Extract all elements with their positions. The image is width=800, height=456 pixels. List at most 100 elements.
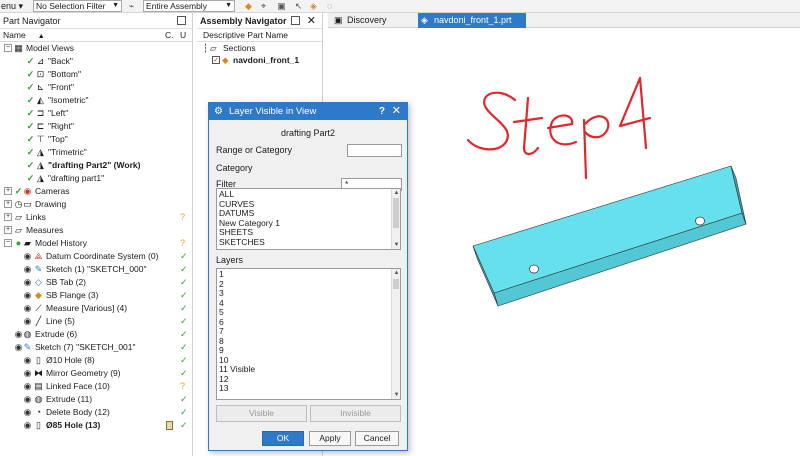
range-input[interactable]	[347, 144, 402, 157]
eye-icon[interactable]: ◉	[22, 290, 33, 301]
collapse-icon[interactable]: −	[4, 239, 12, 247]
col-c[interactable]: C.	[165, 29, 174, 42]
collapse-icon[interactable]: −	[4, 44, 12, 52]
layers-list[interactable]: 1 2 3 4 5 6 7 8 9 10 11 Visible 12 13 ▲ …	[216, 268, 401, 400]
filter-icon[interactable]: ⌁	[126, 1, 137, 11]
gear-icon[interactable]: ⚙	[214, 103, 223, 120]
feature-row[interactable]: ◉ ◔ Delete Body (12) ✓	[0, 406, 192, 419]
eye-icon[interactable]: ◉	[22, 355, 33, 366]
expand-icon[interactable]: +	[4, 226, 12, 234]
col-u[interactable]: U	[180, 29, 186, 42]
apply-button[interactable]: Apply	[309, 431, 351, 446]
eye-icon[interactable]: ◉	[22, 368, 33, 379]
tree-node-model-views[interactable]: − ▦ Model Views	[0, 42, 192, 55]
layer-item[interactable]: 6	[217, 317, 400, 328]
view-row[interactable]: ✓ ⊐ "Left"	[0, 107, 192, 120]
feature-row[interactable]: ◉ ⧓ Mirror Geometry (9) ✓	[0, 367, 192, 380]
layer-item[interactable]: 1	[217, 269, 400, 280]
selection-filter-dropdown[interactable]: No Selection Filter ▼	[33, 0, 122, 12]
expand-icon[interactable]: +	[4, 200, 12, 208]
view-row[interactable]: ✓ ◮ "Trimetric"	[0, 146, 192, 159]
category-scrollbar[interactable]: ▲ ▼	[391, 189, 400, 249]
layer-item[interactable]: 8	[217, 336, 400, 347]
assembly-column-header[interactable]: Descriptive Part Name	[197, 29, 322, 42]
scroll-down-icon[interactable]: ▼	[392, 391, 400, 399]
snap-icon[interactable]: ◆	[243, 1, 254, 11]
expand-icon[interactable]: +	[4, 213, 12, 221]
scope-dropdown[interactable]: Entire Assembly ▼	[143, 0, 235, 12]
tree-node-links[interactable]: + ▱ Links ?	[0, 211, 192, 224]
visible-button[interactable]: Visible	[216, 405, 307, 422]
feature-row[interactable]: ◉ ◇ SB Tab (2) ✓	[0, 276, 192, 289]
layer-item[interactable]: 5	[217, 307, 400, 318]
view-icon[interactable]: ▣	[276, 1, 287, 11]
view-row[interactable]: ✓ ◮ "drafting part1"	[0, 172, 192, 185]
col-name[interactable]: Name	[3, 30, 26, 40]
dialog-titlebar[interactable]: ⚙ Layer Visible in View ? ✕	[209, 103, 407, 120]
tree-node-cameras[interactable]: + ✓ ◉ Cameras	[0, 185, 192, 198]
feature-row-current[interactable]: ◉ ▯ Ø85 Hole (13) ✓	[0, 419, 192, 432]
category-list[interactable]: ALL CURVES DATUMS New Category 1 SHEETS …	[216, 188, 401, 250]
layer-item[interactable]: 3	[217, 288, 400, 299]
eye-icon[interactable]: ◉	[22, 303, 33, 314]
scroll-thumb[interactable]	[393, 279, 399, 289]
eye-icon[interactable]: ◉	[22, 277, 33, 288]
feature-row[interactable]: ◉ ▤ Linked Face (10)?	[0, 380, 192, 393]
pointer-icon[interactable]: ↖	[293, 1, 304, 11]
part-body[interactable]	[472, 165, 747, 307]
eye-icon[interactable]: ◉	[22, 264, 33, 275]
view-row[interactable]: ✓ ⊿ "Back"	[0, 55, 192, 68]
select-icon[interactable]: ⌖	[258, 1, 269, 11]
ok-button[interactable]: OK	[262, 431, 304, 446]
maximize-icon[interactable]	[291, 16, 300, 25]
eye-icon[interactable]: ◉	[22, 407, 33, 418]
tab-discovery-center[interactable]: ▣ Discovery Center	[331, 13, 415, 40]
close-icon[interactable]: ✕	[307, 13, 316, 29]
eye-icon[interactable]: ◉	[22, 316, 33, 327]
maximize-icon[interactable]	[177, 16, 186, 25]
eye-icon[interactable]: ◉	[22, 420, 33, 431]
cancel-button[interactable]: Cancel	[355, 431, 399, 446]
tree-node-measures[interactable]: + ▱ Measures	[0, 224, 192, 237]
category-item[interactable]: SKETCHES	[217, 237, 400, 248]
feature-row[interactable]: ◉ ◍ Extrude (11) ✓	[0, 393, 192, 406]
scroll-up-icon[interactable]: ▲	[392, 189, 400, 197]
scroll-up-icon[interactable]: ▲	[392, 269, 400, 277]
close-icon[interactable]: ✕	[392, 103, 401, 120]
checkbox-checked[interactable]: ✓	[212, 56, 220, 64]
eye-icon[interactable]: ◉	[22, 381, 33, 392]
help-icon[interactable]: ?	[379, 103, 385, 120]
layer-item[interactable]: 13	[217, 383, 400, 394]
view-row[interactable]: ✓ ⊏ "Right"	[0, 120, 192, 133]
component-icon[interactable]: ◈	[308, 1, 319, 11]
feature-row[interactable]: ◉ ◆ SB Flange (3) ✓	[0, 289, 192, 302]
layer-item[interactable]: 9	[217, 345, 400, 356]
layers-scrollbar[interactable]: ▲ ▼	[391, 269, 400, 399]
tree-node-sections[interactable]: ┆ ▱ Sections	[197, 42, 322, 54]
scroll-thumb[interactable]	[393, 198, 399, 228]
feature-row[interactable]: ◉ ⟁ Datum Coordinate System (0) ✓	[0, 250, 192, 263]
view-row-work[interactable]: ✓ ◮ "drafting Part2" (Work)	[0, 159, 192, 172]
menu-button[interactable]: enu ▾	[0, 0, 23, 12]
view-row[interactable]: ✓ ⊡ "Bottom"	[0, 68, 192, 81]
view-row[interactable]: ✓ ◭ "Isometric"	[0, 94, 192, 107]
layer-item[interactable]: 4	[217, 298, 400, 309]
layer-item[interactable]: 11 Visible	[217, 364, 400, 375]
tree-node-model-history[interactable]: − ● ▰ Model History ?	[0, 237, 192, 250]
tree-node-drawing[interactable]: + ◷ ▭ Drawing	[0, 198, 192, 211]
layer-item[interactable]: 2	[217, 279, 400, 290]
eye-icon[interactable]: ◉	[22, 251, 33, 262]
layer-item[interactable]: 7	[217, 326, 400, 337]
view-row[interactable]: ✓ ⊾ "Front"	[0, 81, 192, 94]
feature-row[interactable]: ◉ ⟋ Measure [Various] (4) ✓	[0, 302, 192, 315]
feature-row[interactable]: ◉ ▯ Ø10 Hole (8) ✓	[0, 354, 192, 367]
invisible-button[interactable]: Invisible	[310, 405, 401, 422]
feature-row[interactable]: ◉ ✎ Sketch (1) "SKETCH_000" ✓	[0, 263, 192, 276]
lock-icon[interactable]: ◌	[324, 1, 335, 11]
feature-row[interactable]: ◉ ╱ Line (5) ✓	[0, 315, 192, 328]
expand-icon[interactable]: +	[4, 187, 12, 195]
tree-node-part[interactable]: ✓ ◆ navdoni_front_1	[197, 54, 322, 66]
feature-row[interactable]: ◉ ✎ Sketch (7) "SKETCH_001" ✓	[0, 341, 192, 354]
tab-part-file[interactable]: ◈ navdoni_front_1.prt ✕	[418, 13, 526, 40]
view-row[interactable]: ✓ ⊤ "Top"	[0, 133, 192, 146]
